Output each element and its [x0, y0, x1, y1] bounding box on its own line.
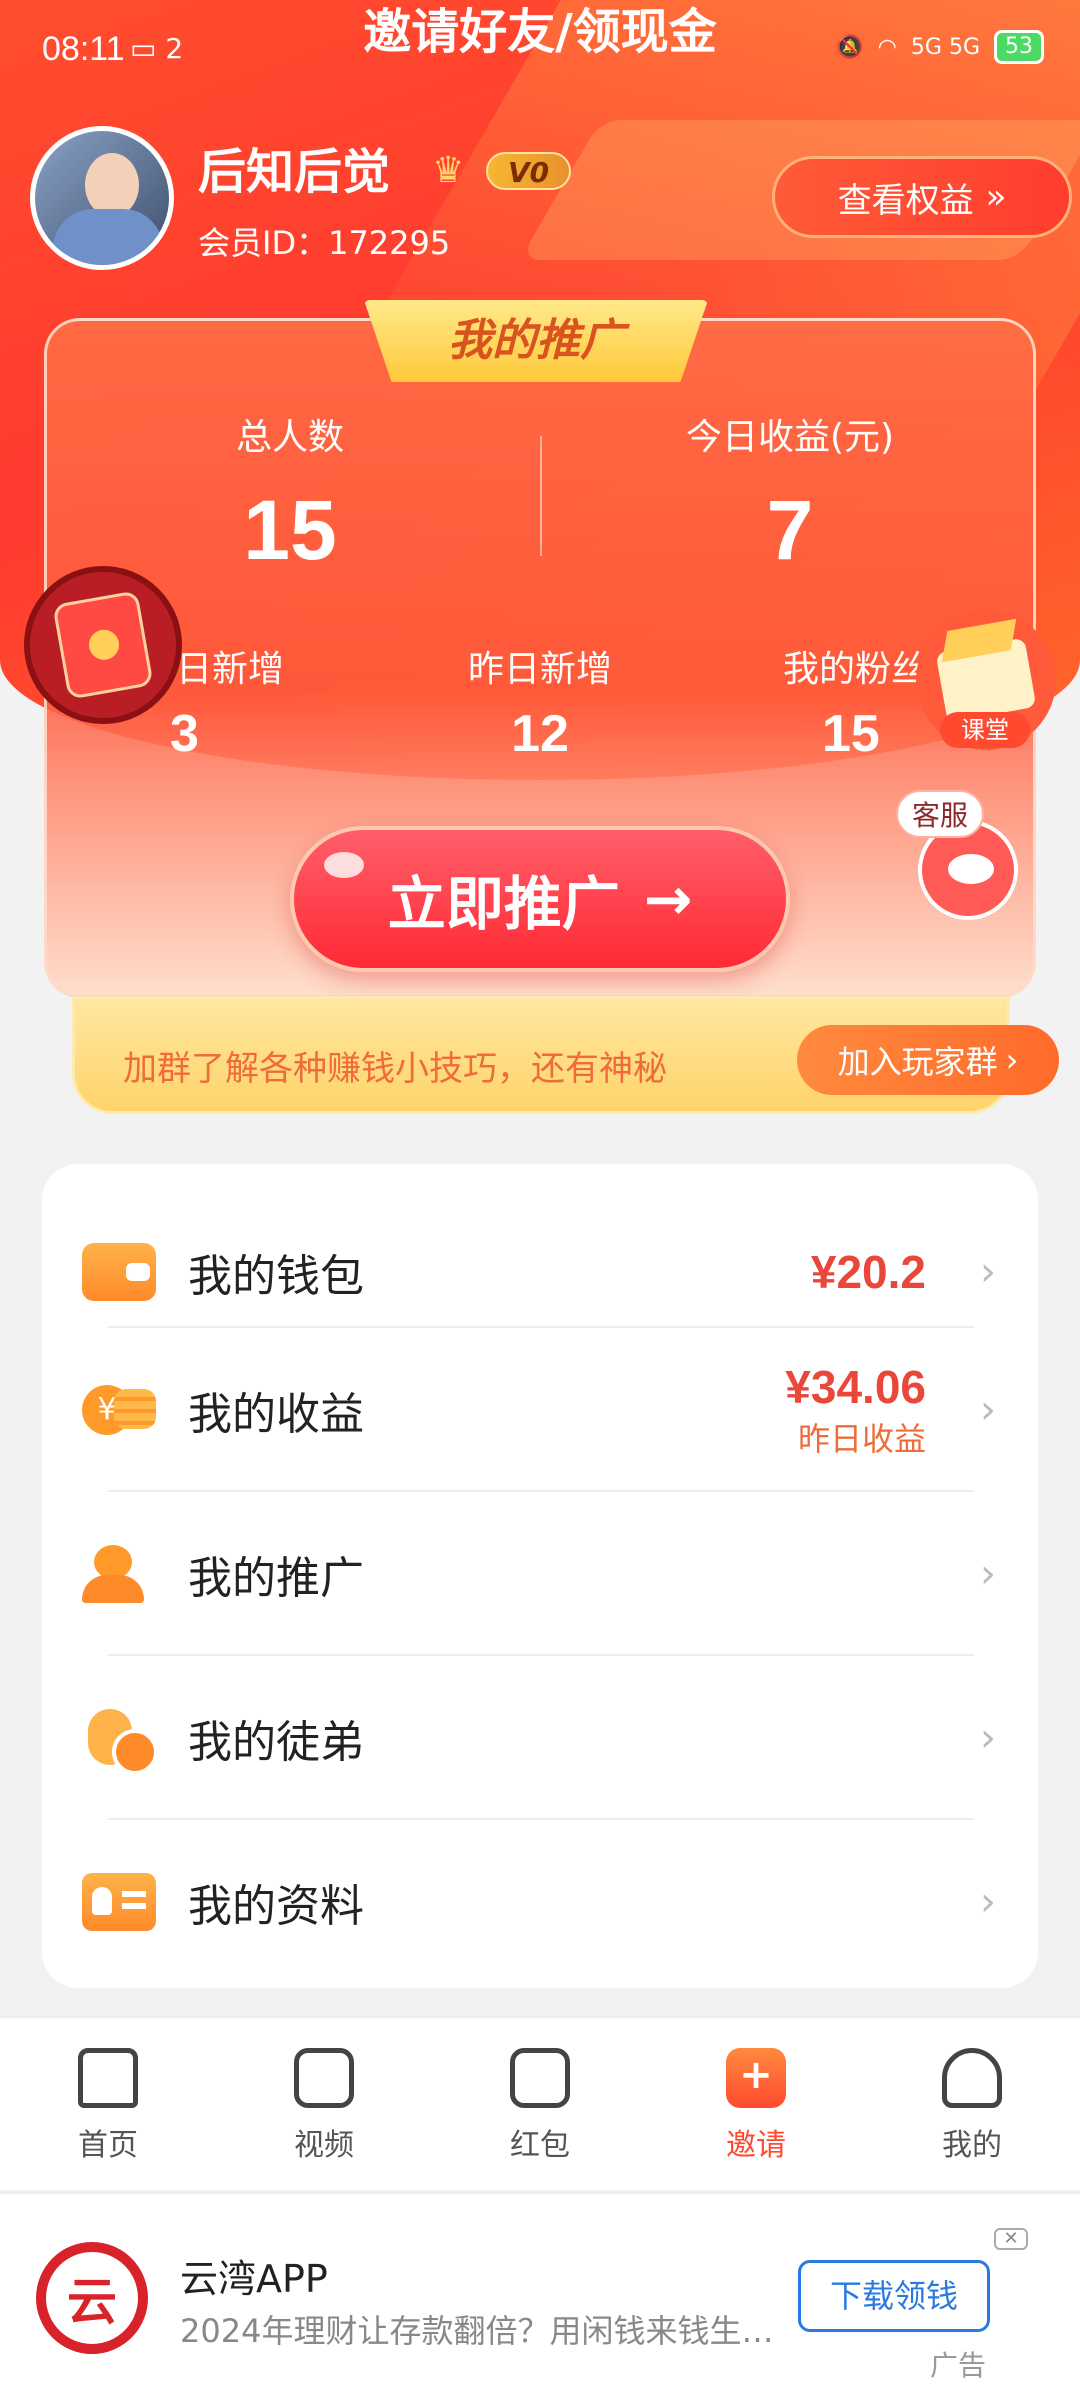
menu-item-income-label: 我的收益 — [188, 1389, 364, 1440]
red-packet-tab-icon — [510, 2048, 570, 2108]
join-group-button[interactable]: 加入玩家群 › — [797, 1025, 1059, 1095]
user-icon — [942, 2048, 1002, 2108]
chevron-right-icon: › — [980, 1715, 996, 1761]
income-value: ¥34.06 — [785, 1361, 926, 1413]
disciple-icon — [82, 1709, 158, 1775]
view-rights-button[interactable]: 查看权益 » — [772, 156, 1072, 238]
username: 后知后觉 — [198, 144, 391, 200]
tab-invite[interactable]: 邀请 — [676, 2048, 836, 2164]
stat-divider — [540, 436, 542, 556]
stat-yesterday-new-label: 昨日新增 — [467, 649, 612, 690]
tab-mine[interactable]: 我的 — [892, 2048, 1052, 2164]
avatar-body — [53, 209, 163, 265]
stat-today-income-label: 今日收益(元) — [685, 417, 895, 458]
app-logo-icon: 云 — [36, 2242, 148, 2354]
wallet-balance: ¥20.2 — [811, 1245, 926, 1299]
chevron-right-icon: › — [980, 1249, 996, 1295]
tab-red-packet[interactable]: 红包 — [460, 2048, 620, 2164]
stat-total-value: 15 — [243, 483, 337, 577]
tab-invite-label: 邀请 — [726, 2128, 786, 2163]
promote-now-button[interactable]: 立即推广 → — [290, 826, 790, 972]
menu-item-promotion[interactable]: 我的推广 › — [42, 1492, 1038, 1656]
stat-today-new-label: 日新增 — [175, 649, 284, 690]
gift-plus-icon — [726, 2048, 786, 2108]
class-label: 课堂 — [940, 712, 1030, 748]
download-button[interactable]: 下载领钱 — [798, 2260, 990, 2332]
stat-total: 总人数 15 — [150, 408, 430, 579]
ad-tag: 广告 — [930, 2349, 987, 2382]
chevron-right-icon: › — [980, 1879, 996, 1925]
tab-video-label: 视频 — [294, 2128, 354, 2163]
promotion-title: 我的推广 — [364, 300, 708, 382]
tab-video[interactable]: 视频 — [244, 2048, 404, 2164]
id-card-icon — [82, 1873, 156, 1931]
menu-item-income[interactable]: 我的收益 ¥34.06 昨日收益 › — [42, 1328, 1038, 1492]
chevron-right-icon: › — [1005, 1041, 1019, 1079]
stat-today-income-value: 7 — [766, 483, 814, 577]
stat-fans-value: 15 — [822, 705, 880, 763]
member-id: 会员ID：172295 — [198, 224, 451, 262]
home-icon — [78, 2048, 138, 2108]
customer-service-label: 客服 — [896, 790, 985, 838]
page-title: 邀请好友/领现金 — [363, 4, 717, 60]
ad-title: 云湾APP — [180, 2257, 328, 2301]
stat-yesterday-new-value: 12 — [511, 705, 569, 763]
ad-banner[interactable]: 云 云湾APP 2024年理财让存款翻倍？用闲钱来钱生… 下载领钱 ✕ 广告 — [0, 2192, 1080, 2400]
crown-icon: ♛ — [432, 150, 465, 191]
menu-item-profile[interactable]: 我的资料 › — [42, 1820, 1038, 1984]
chevron-right-icon: › — [980, 1387, 996, 1433]
chevron-right-icon: › — [980, 1551, 996, 1597]
avatar-face — [85, 153, 139, 217]
menu-card: 我的钱包 ¥20.2 › 我的收益 ¥34.06 昨日收益 › 我的推广 › 我… — [42, 1164, 1038, 1988]
stat-today-new-value: 3 — [170, 705, 199, 763]
menu-item-disciples-label: 我的徒弟 — [188, 1717, 364, 1768]
wallet-balance-value: ¥20.2 — [810, 1246, 926, 1298]
red-packet-icon — [52, 590, 154, 700]
ad-description: 2024年理财让存款翻倍？用闲钱来钱生… — [180, 2312, 774, 2350]
stat-fans: 我的粉丝 15 — [770, 640, 940, 764]
menu-item-disciples[interactable]: 我的徒弟 › — [42, 1656, 1038, 1820]
stat-today-income: 今日收益(元) 7 — [640, 408, 940, 579]
coins-icon — [82, 1381, 156, 1439]
stat-today-new: 日新增 3 — [170, 640, 290, 764]
vip-badge[interactable]: ♛ V0 — [432, 150, 572, 192]
tab-home[interactable]: 首页 — [28, 2048, 188, 2164]
close-icon[interactable]: ✕ — [994, 2228, 1028, 2250]
double-chevron-right-icon: » — [985, 177, 1007, 217]
video-play-icon — [294, 2048, 354, 2108]
tips-text: 加群了解各种赚钱小技巧，还有神秘 — [123, 1049, 667, 1089]
join-group-label: 加入玩家群 — [837, 1043, 998, 1081]
wallet-icon — [82, 1243, 156, 1301]
stat-yesterday-new: 昨日新增 12 — [440, 640, 640, 764]
vip-level: V0 — [486, 152, 572, 190]
tab-mine-label: 我的 — [942, 2128, 1002, 2163]
stat-fans-label: 我的粉丝 — [782, 649, 927, 690]
bottom-tab-bar: 首页 视频 红包 邀请 我的 — [0, 2016, 1080, 2190]
promote-now-label: 立即推广 — [387, 870, 620, 938]
tab-red-packet-label: 红包 — [510, 2128, 570, 2163]
menu-item-wallet-label: 我的钱包 — [188, 1251, 364, 1302]
tips-bar: 加群了解各种赚钱小技巧，还有神秘 加入玩家群 › — [72, 996, 1059, 1114]
tab-home-label: 首页 — [78, 2128, 138, 2163]
menu-item-profile-label: 我的资料 — [188, 1881, 364, 1932]
view-rights-label: 查看权益 — [837, 180, 974, 221]
graduation-cap-icon — [935, 637, 1037, 723]
floating-red-packet[interactable] — [24, 566, 182, 724]
stat-total-label: 总人数 — [235, 417, 344, 458]
avatar[interactable] — [30, 126, 174, 270]
income-summary: ¥34.06 昨日收益 — [785, 1360, 926, 1460]
customer-service-button[interactable]: 客服 — [896, 790, 1046, 930]
person-icon — [82, 1545, 156, 1603]
menu-item-promotion-label: 我的推广 — [188, 1553, 364, 1604]
income-sub-label: 昨日收益 — [797, 1420, 926, 1458]
arrow-right-icon: → — [643, 865, 693, 933]
